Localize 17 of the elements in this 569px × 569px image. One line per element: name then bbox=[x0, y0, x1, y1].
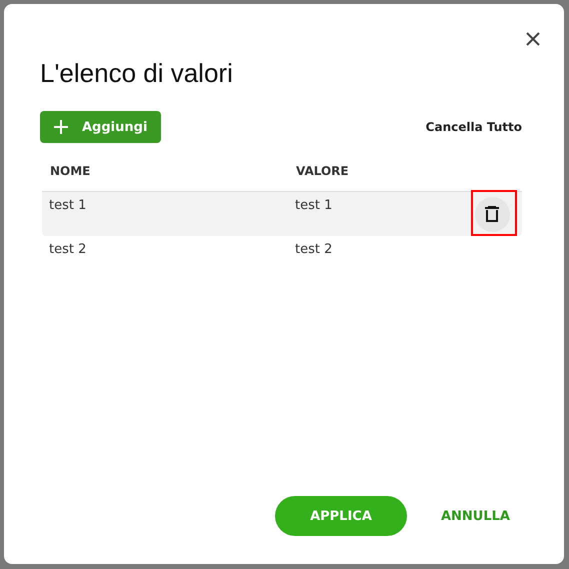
close-icon bbox=[526, 32, 540, 46]
table-cell-text: test 1 bbox=[48, 197, 88, 215]
close-button[interactable] bbox=[524, 30, 542, 48]
table-cell-text: test 2 bbox=[294, 241, 334, 259]
table-row[interactable]: test 2 test 2 bbox=[42, 236, 522, 280]
table-cell-text: test 1 bbox=[294, 197, 334, 215]
table-cell-text: test 2 bbox=[48, 241, 88, 259]
plus-icon bbox=[54, 120, 68, 134]
clear-all-button[interactable]: Cancella Tutto bbox=[426, 120, 530, 134]
column-header: NOME bbox=[49, 164, 92, 178]
trash-icon bbox=[485, 206, 499, 222]
column-header: VALORE bbox=[295, 164, 350, 178]
dialog-title: L'elenco di valori bbox=[40, 57, 234, 90]
delete-button[interactable] bbox=[474, 196, 510, 232]
add-button[interactable]: Aggiungi bbox=[40, 111, 162, 143]
table-row[interactable]: test 1 test 1 bbox=[42, 192, 522, 236]
cancel-button[interactable]: ANNULLA bbox=[436, 508, 514, 524]
